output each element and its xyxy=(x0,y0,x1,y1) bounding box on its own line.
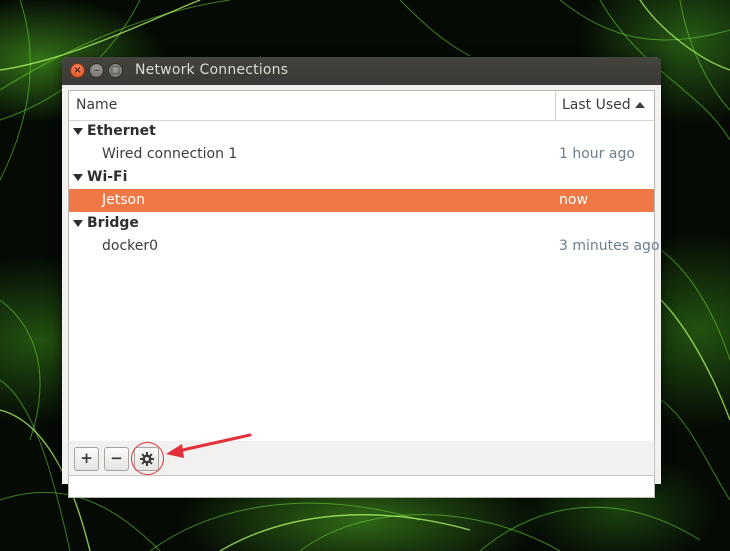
annotation-arrow xyxy=(166,433,252,458)
